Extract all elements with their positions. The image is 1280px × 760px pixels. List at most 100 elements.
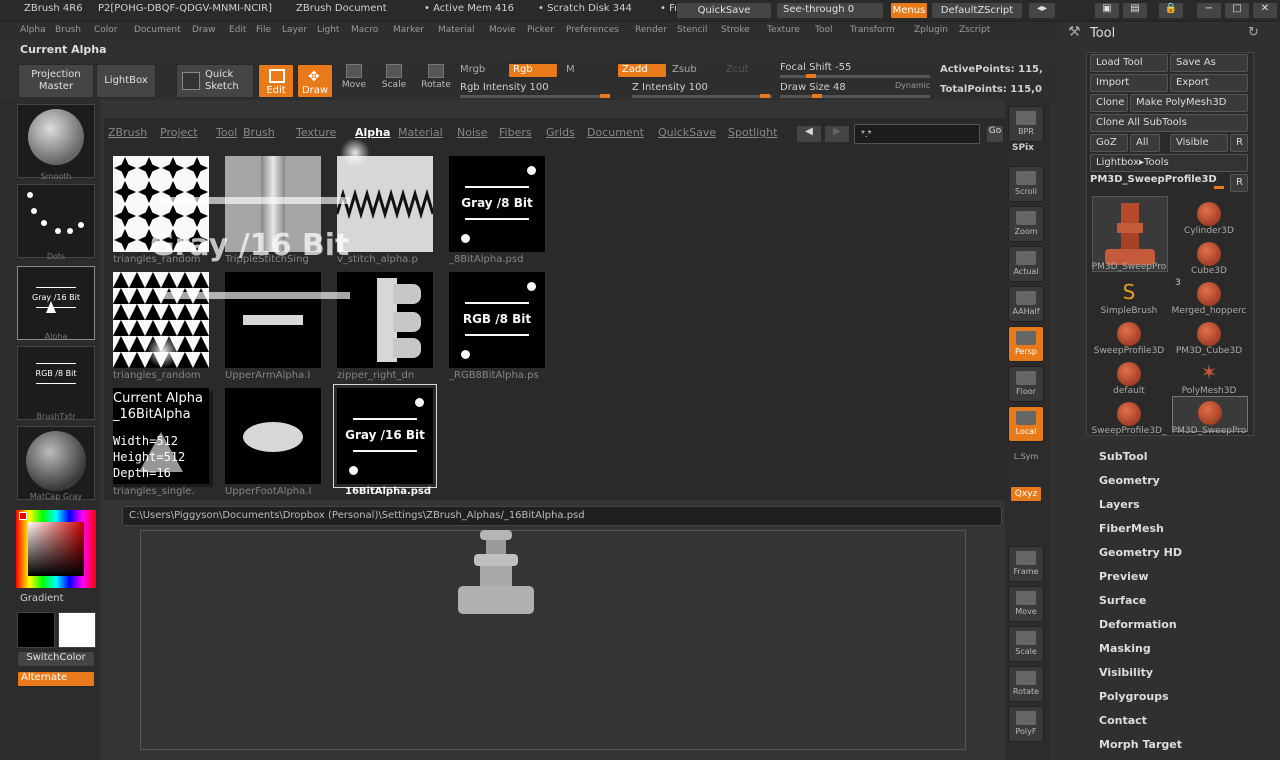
draw-size-slider[interactable]: Draw Size 48 (780, 82, 846, 93)
minimize-icon[interactable]: − (1196, 2, 1222, 19)
save-as-button[interactable]: Save As (1170, 54, 1248, 72)
actual-button[interactable]: Actual (1008, 246, 1044, 282)
goz-button[interactable]: GoZ (1090, 134, 1128, 152)
import-button[interactable]: Import (1090, 74, 1168, 92)
color-picker[interactable] (16, 510, 96, 588)
make-polymesh-button[interactable]: Make PolyMesh3D (1130, 94, 1248, 112)
menu-macro[interactable]: Macro (351, 25, 378, 35)
menu-file[interactable]: File (256, 25, 271, 35)
tool-menu-layers[interactable]: Layers (1099, 498, 1140, 511)
focal-shift-knob[interactable] (806, 74, 816, 78)
close-icon[interactable]: ✕ (1252, 2, 1278, 19)
menu-edit[interactable]: Edit (229, 25, 246, 35)
material-thumb[interactable] (17, 426, 95, 500)
menu-material[interactable]: Material (438, 25, 475, 35)
clone-all-subtools-button[interactable]: Clone All SubTools (1090, 114, 1248, 132)
color-picker-marker[interactable] (19, 512, 27, 520)
move-button[interactable]: Move (1008, 586, 1044, 622)
spix-button[interactable]: SPix (1012, 143, 1034, 153)
lightbox-tab-grids[interactable]: Grids (546, 126, 575, 139)
menu-zplugin[interactable]: Zplugin (914, 25, 948, 35)
z-intensity-slider[interactable]: Z Intensity 100 (632, 82, 708, 93)
z-intensity-knob[interactable] (760, 94, 770, 98)
menu-picker[interactable]: Picker (527, 25, 554, 35)
stroke-dots-thumb[interactable] (17, 184, 95, 258)
tool-menu-geometry-hd[interactable]: Geometry HD (1099, 546, 1182, 559)
goz-all-button[interactable]: All (1130, 134, 1160, 152)
lightbox-tab-texture[interactable]: Texture (296, 126, 336, 139)
sweep-profile-model[interactable] (450, 528, 542, 620)
lightbox-tab-tool[interactable]: Tool (216, 126, 237, 139)
bpr-button[interactable]: BPR (1008, 106, 1044, 142)
tool-menu-contact[interactable]: Contact (1099, 714, 1147, 727)
alpha-thumbnail[interactable]: RGB /8 Bit (449, 272, 545, 368)
goz-r-button[interactable]: R (1230, 134, 1248, 152)
lightbox-tab-quicksave[interactable]: QuickSave (658, 126, 716, 139)
menu-zscript[interactable]: Zscript (959, 25, 990, 35)
menu-draw[interactable]: Draw (192, 25, 216, 35)
lock-icon[interactable]: 🔒 (1158, 2, 1184, 19)
lightbox-tab-brush[interactable]: Brush (243, 126, 275, 139)
lsym-button[interactable]: L.Sym (1012, 452, 1040, 461)
rgb-intensity-slider[interactable]: Rgb Intensity 100 (460, 82, 549, 93)
tool-menu-preview[interactable]: Preview (1099, 570, 1149, 583)
lightbox-g-button[interactable]: Go (986, 125, 1004, 143)
rgb-toggle[interactable]: Rgb (508, 63, 558, 78)
menu-layer[interactable]: Layer (282, 25, 307, 35)
z-intensity-track[interactable] (632, 95, 772, 98)
draw-size-track[interactable] (780, 95, 930, 98)
tool-menu-geometry[interactable]: Geometry (1099, 474, 1160, 487)
lightbox-tools-button[interactable]: Lightbox▸Tools (1090, 154, 1248, 172)
layout-prev-icon[interactable]: ◂▸ (1028, 2, 1056, 19)
floating-palette-icon[interactable]: ▤ (1122, 2, 1148, 19)
current-tool-knob[interactable] (1214, 186, 1224, 189)
alpha-thumbnail[interactable] (225, 388, 321, 484)
lightbox-button[interactable]: LightBox (96, 64, 156, 98)
scale-mode-button[interactable]: Scale (378, 64, 410, 98)
window-layout-icon[interactable]: ▣ (1094, 2, 1120, 19)
tool-menu-visibility[interactable]: Visibility (1099, 666, 1153, 679)
alternate-toggle[interactable]: Alternate (17, 671, 95, 687)
clone-button[interactable]: Clone (1090, 94, 1128, 112)
m-toggle[interactable]: M (566, 64, 575, 75)
alpha-thumbnail[interactable]: Gray /16 Bit (333, 384, 437, 488)
refresh-icon[interactable]: ↻ (1248, 25, 1259, 40)
see-through-slider[interactable]: See-through 0 (776, 2, 884, 19)
zscript-button[interactable]: DefaultZScript (931, 2, 1023, 19)
export-button[interactable]: Export (1170, 74, 1248, 92)
polyf-button[interactable]: PolyF (1008, 706, 1044, 742)
lightbox-tab-document[interactable]: Document (587, 126, 644, 139)
frame-button[interactable]: Frame (1008, 546, 1044, 582)
local-button[interactable]: Local (1008, 406, 1044, 442)
menu-texture[interactable]: Texture (767, 25, 800, 35)
menu-marker[interactable]: Marker (393, 25, 424, 35)
subtool-thumbnail[interactable] (1192, 198, 1226, 226)
tool-menu-subtool[interactable]: SubTool (1099, 450, 1148, 463)
menus-button[interactable]: Menus (890, 2, 928, 19)
lightbox-tab-fibers[interactable]: Fibers (499, 126, 532, 139)
primary-color-swatch[interactable] (17, 612, 55, 648)
subtool-thumbnail[interactable] (1192, 238, 1226, 266)
texture-thumb[interactable]: RGB /8 Bit (17, 346, 95, 420)
tool-menu-deformation[interactable]: Deformation (1099, 618, 1177, 631)
quicksave-button[interactable]: QuickSave (676, 2, 772, 19)
subtool-thumbnail[interactable]: ✶ (1192, 358, 1226, 384)
rgb-intensity-track[interactable] (460, 95, 610, 98)
load-tool-button[interactable]: Load Tool (1090, 54, 1168, 72)
lightbox-filter-input[interactable] (854, 124, 980, 144)
lightbox-tab-project[interactable]: Project (160, 126, 198, 139)
lightbox-tab-material[interactable]: Material (398, 126, 443, 139)
rotate-button[interactable]: Rotate (1008, 666, 1044, 702)
alpha-thumb[interactable]: Gray /16 Bit (17, 266, 95, 340)
menu-stroke[interactable]: Stroke (721, 25, 750, 35)
alpha-thumbnail[interactable] (337, 156, 433, 252)
projection-master-button[interactable]: Projection Master (18, 64, 94, 98)
dynamic-toggle[interactable]: Dynamic (895, 81, 930, 90)
lightbox-tab-zbrush[interactable]: ZBrush (108, 126, 147, 139)
menu-transform[interactable]: Transform (850, 25, 895, 35)
menu-document[interactable]: Document (134, 25, 181, 35)
menu-light[interactable]: Light (317, 25, 339, 35)
menu-tool[interactable]: Tool (815, 25, 832, 35)
edit-mode-button[interactable]: Edit (258, 64, 294, 98)
subtool-thumbnail[interactable] (1112, 358, 1146, 386)
